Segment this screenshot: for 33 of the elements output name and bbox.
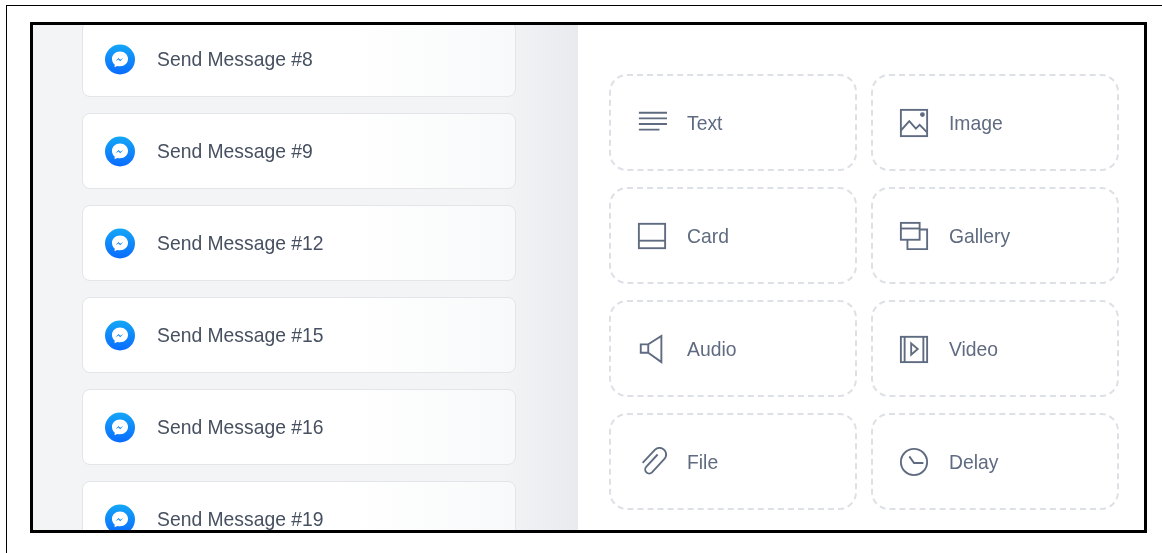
card-icon <box>637 220 667 251</box>
message-card[interactable]: Send Message #16 <box>82 389 516 465</box>
message-card[interactable]: Send Message #19 <box>82 481 516 530</box>
block-tile[interactable]: Audio <box>609 300 857 397</box>
message-label: Send Message #16 <box>157 415 324 439</box>
message-card[interactable]: Send Message #8 <box>82 25 516 97</box>
message-label: Send Message #8 <box>157 47 313 71</box>
block-tile[interactable]: Gallery <box>871 187 1119 284</box>
block-tile[interactable]: Delay <box>871 413 1119 510</box>
video-icon <box>899 333 929 364</box>
block-label: Video <box>949 336 999 361</box>
block-label: Image <box>949 110 1003 135</box>
message-label: Send Message #15 <box>157 323 324 347</box>
block-label: Audio <box>687 336 737 361</box>
message-label: Send Message #12 <box>157 231 324 255</box>
block-tile[interactable]: Image <box>871 74 1119 171</box>
block-label: Card <box>687 223 729 248</box>
block-tile[interactable]: Card <box>609 187 857 284</box>
image-icon <box>899 107 929 138</box>
block-label: File <box>687 449 719 474</box>
block-tile[interactable]: File <box>609 413 857 510</box>
message-label: Send Message #19 <box>157 507 324 530</box>
block-tile[interactable]: Text <box>609 74 857 171</box>
message-label: Send Message #9 <box>157 139 313 163</box>
message-card[interactable]: Send Message #9 <box>82 113 516 189</box>
block-tile[interactable]: Video <box>871 300 1119 397</box>
block-label: Delay <box>949 449 999 474</box>
gallery-icon <box>899 220 929 251</box>
block-label: Gallery <box>949 223 1011 248</box>
clock-icon <box>899 446 929 477</box>
block-label: Text <box>687 110 723 135</box>
message-card[interactable]: Send Message #12 <box>82 205 516 281</box>
message-card[interactable]: Send Message #15 <box>82 297 516 373</box>
